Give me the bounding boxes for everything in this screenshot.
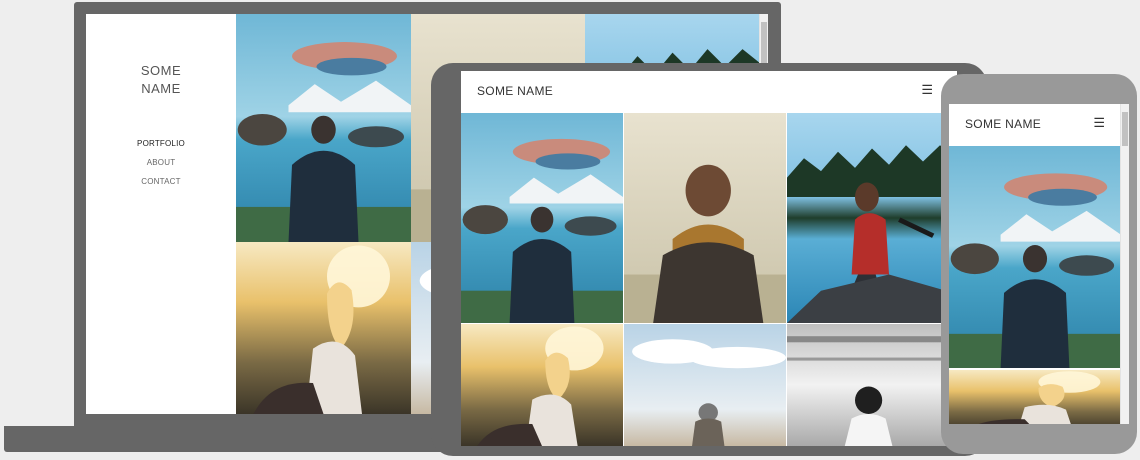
hamburger-menu-icon[interactable]: ☰: [921, 82, 933, 98]
phone-header: SOME NAME ☰: [949, 104, 1129, 146]
hamburger-menu-icon[interactable]: ☰: [1093, 115, 1105, 131]
tablet-site-brand[interactable]: SOME NAME: [477, 84, 553, 98]
portfolio-photo-sun-girl[interactable]: [236, 242, 411, 414]
nav-link-about[interactable]: ABOUT: [86, 158, 236, 177]
portfolio-photo-lake-man[interactable]: [461, 113, 623, 323]
tablet-header: SOME NAME ☰: [461, 71, 957, 113]
portfolio-photo-lake-man[interactable]: [236, 14, 411, 242]
nav-link-contact[interactable]: CONTACT: [86, 177, 236, 196]
phone-scrollbar-thumb[interactable]: [1122, 112, 1128, 146]
phone-site-brand[interactable]: SOME NAME: [965, 117, 1041, 131]
phone-scrollbar[interactable]: [1120, 104, 1129, 424]
portfolio-photo-canoe-girl[interactable]: [787, 113, 957, 323]
nav-link-portfolio[interactable]: PORTFOLIO: [86, 139, 236, 158]
portfolio-photo-scarf-man[interactable]: [624, 113, 786, 323]
portfolio-photo-hall-girl[interactable]: [787, 324, 957, 446]
phone-screen: SOME NAME ☰: [949, 104, 1129, 424]
portfolio-photo-sun-girl[interactable]: [461, 324, 623, 446]
tablet-screen: SOME NAME ☰: [461, 71, 957, 446]
portfolio-photo-sun-girl[interactable]: [949, 370, 1121, 424]
laptop-nav: PORTFOLIO ABOUT CONTACT: [86, 139, 236, 196]
portfolio-photo-lake-man[interactable]: [949, 146, 1121, 368]
laptop-sidebar: SOME NAME PORTFOLIO ABOUT CONTACT: [86, 14, 236, 414]
brand-line-1: SOME: [140, 63, 182, 78]
brand-line-2: NAME: [141, 81, 181, 96]
portfolio-photo-beach-person[interactable]: [624, 324, 786, 446]
laptop-site-brand[interactable]: SOME NAME: [86, 62, 236, 98]
